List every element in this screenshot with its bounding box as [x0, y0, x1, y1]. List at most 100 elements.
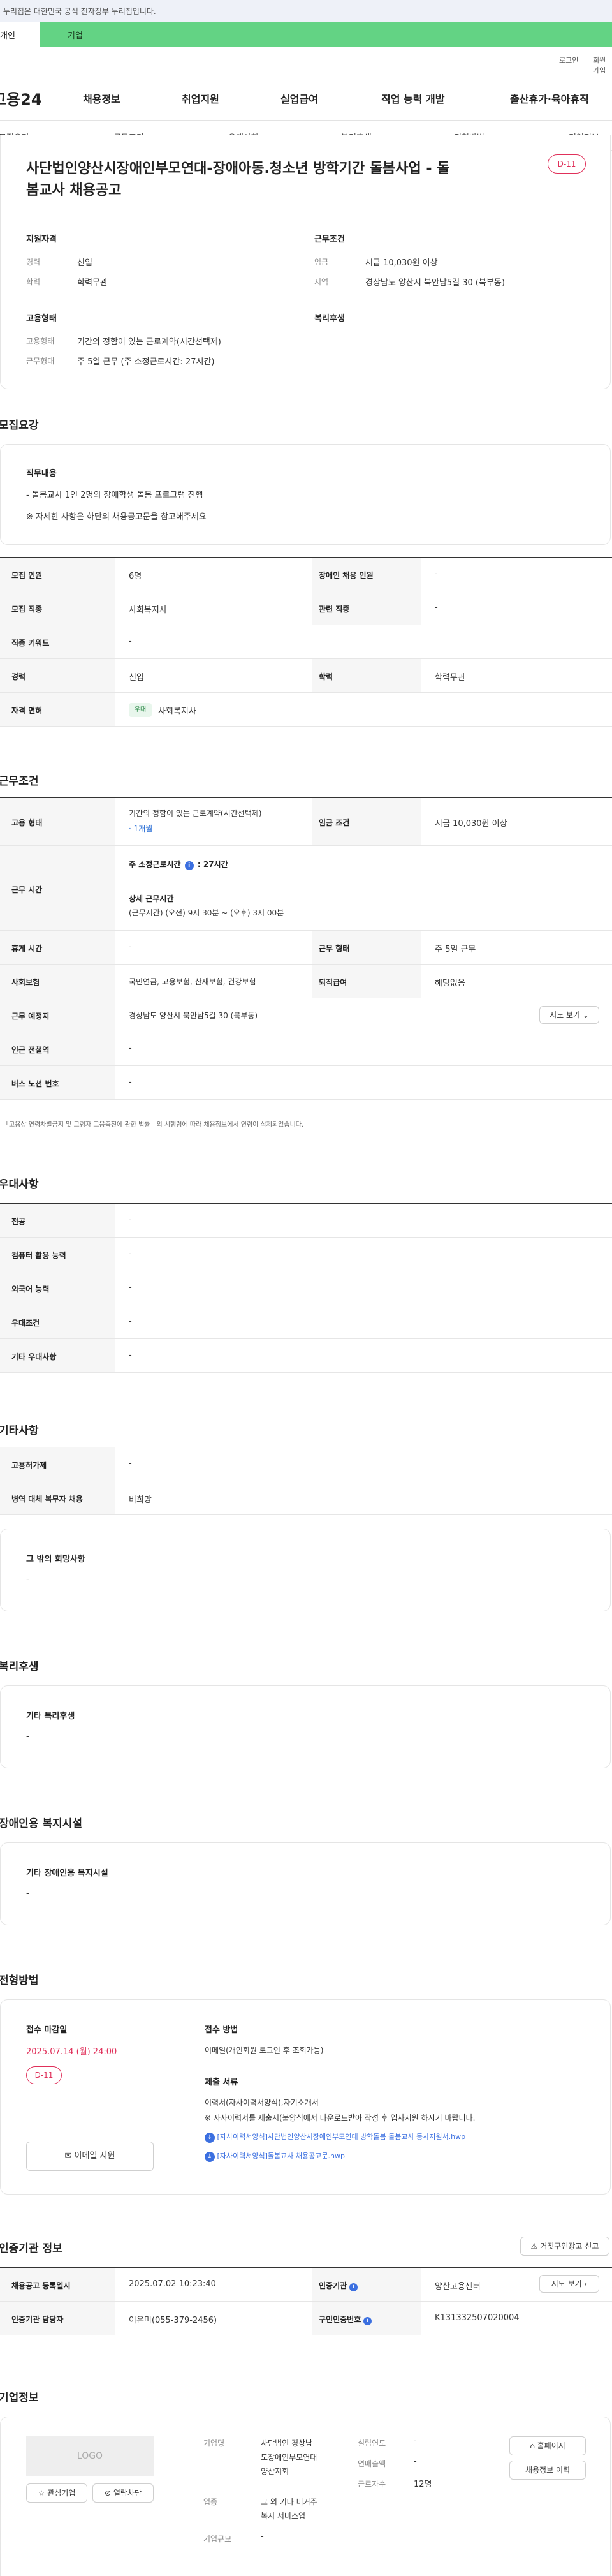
headcount-value: 6명: [129, 572, 142, 581]
company-logo: LOGO: [26, 2436, 154, 2476]
company-scale-value: -: [261, 2532, 264, 2542]
company-name-value: 사단법인 경상남 도장애인부모연대 양산지회: [261, 2439, 317, 2476]
other-pref-label: 기타 우대사항: [11, 1352, 57, 1361]
bus-label: 버스 노선 번호: [11, 1079, 59, 1088]
facility-box-heading: 기타 장애인용 복지시설: [26, 1869, 108, 1878]
dday-badge: D-11: [548, 154, 586, 174]
rest-label: 휴게 시간: [11, 944, 43, 953]
company-card: LOGO ☆ 관심기업 ⊘ 열람차단 기업명 사단법인 경상남 도장애인부모연대 양…: [0, 2417, 611, 2576]
other-wish-card: 그 밖의 희망사항 -: [0, 1529, 611, 1611]
staff-label: 근로자수: [358, 2480, 386, 2489]
join-link[interactable]: 회원가입: [593, 55, 612, 75]
home-icon: ⌂: [530, 2441, 535, 2450]
revenue-value: -: [414, 2457, 417, 2466]
reg-date-label: 채용공고 등록일시: [11, 2281, 71, 2290]
company-heading: 기업정보: [0, 2392, 39, 2404]
other-wish-value: -: [26, 1575, 29, 1585]
etype-label: 고용형태: [26, 337, 55, 346]
detail-hours-title: 상세 근무시간: [129, 894, 174, 903]
preferred-tag: 우대: [129, 703, 152, 717]
eps-value: -: [129, 1459, 132, 1469]
cert-no-value: K131332507020004: [435, 2313, 520, 2323]
language-label: 외국어 능력: [11, 1285, 50, 1294]
tab-company[interactable]: 기업: [40, 22, 612, 47]
rest-value: -: [129, 942, 132, 952]
job-summary-card: 사단법인양산시장애인부모연대-장애아동.청소년 방학기간 돌봄사업 - 돌 봄교사…: [0, 135, 611, 389]
email-apply-button[interactable]: ✉ 이메일 지원: [26, 2142, 154, 2171]
gnb-item-training[interactable]: 직업 능력 개발: [381, 91, 444, 106]
career-value: 신입: [77, 258, 92, 268]
military-value: 비희망: [129, 1495, 152, 1505]
cert-map-button[interactable]: 지도 보기 ›: [539, 2275, 599, 2293]
chevron-down-icon: ⌄: [582, 1010, 589, 1019]
disabled-headcount-label: 장애인 채용 인원: [319, 571, 374, 580]
military-label: 병역 대체 복무자 채용: [11, 1495, 83, 1504]
gnb-item-jobs[interactable]: 채용정보: [83, 91, 120, 106]
attachment-link-1[interactable]: ↓ [자사이력서양식]사단법인양산시장애인부모연대 방학돌봄 돌봄교사 등사지원…: [205, 2131, 465, 2143]
siren-icon: ⚠: [530, 2242, 538, 2251]
gnb-item-unemployment-benefit[interactable]: 실업급여: [280, 91, 318, 106]
qual-heading: 지원자격: [26, 235, 57, 244]
cert-org-label: 인증기관 i: [319, 2280, 358, 2291]
work-form-label: 근무 형태: [319, 944, 350, 953]
pref-cond-value: -: [129, 1317, 132, 1326]
location-label: 근무 예정지: [11, 1012, 50, 1021]
manager-label: 인증기관 담당자: [11, 2315, 64, 2324]
occupation-value: 사회복지사: [129, 605, 167, 615]
career-label-table: 경력: [11, 672, 26, 681]
facility-heading: 장애인용 복지시설: [0, 1817, 83, 1830]
apply-card: 접수 마감일 2025.07.14 (월) 24:00 D-11 ✉ 이메일 지…: [0, 1999, 611, 2195]
homepage-button[interactable]: ⌂ 홈페이지: [509, 2436, 586, 2455]
attachment-link-2[interactable]: ↓ [자사이력서양식]돌봄교사 채용공고문.hwp: [205, 2150, 345, 2162]
location-value: 경상남도 양산시 북안남5길 30 (북부동): [129, 1011, 258, 1020]
etype-value: 기간의 정함이 있는 근로계약(시간선택제): [77, 337, 221, 347]
tab-individual[interactable]: 개인: [0, 22, 40, 47]
welfare-box-value: -: [26, 1732, 29, 1742]
block-company-button[interactable]: ⊘ 열람차단: [92, 2483, 154, 2503]
info-icon[interactable]: i: [363, 2316, 372, 2325]
wtype-label: 근무형태: [26, 357, 55, 366]
block-icon: ⊘: [104, 2489, 112, 2498]
related-occupation-label: 관련 직종: [319, 605, 350, 614]
preference-heading: 우대사항: [0, 1178, 39, 1191]
duty-heading: 직무내용: [26, 469, 57, 478]
emp-heading: 고용형태: [26, 314, 57, 323]
site-logo[interactable]: 고용24: [0, 87, 42, 109]
cert-no-label: 구인인증번호 i: [319, 2314, 372, 2325]
false-ad-report-button[interactable]: ⚠ 거짓구인광고 신고: [520, 2237, 609, 2256]
download-icon: ↓: [205, 2132, 215, 2143]
login-link[interactable]: 로그인: [559, 55, 578, 65]
mail-icon: ✉: [64, 2151, 72, 2161]
chevron-right-icon: ›: [584, 2279, 588, 2288]
subway-label: 인근 전철역: [11, 1046, 50, 1055]
age-notice: 「고용상 연령차별금지 및 고령자 고용촉진에 관한 법률」의 시행령에 따라 …: [3, 1121, 304, 1129]
occupation-label: 모집 직종: [11, 605, 43, 614]
work-heading: 근무조건: [0, 775, 39, 788]
work-form-value: 주 5일 근무: [435, 945, 476, 954]
gnb-item-parental-leave[interactable]: 출산휴가·육아휴직: [510, 91, 589, 106]
subway-value: -: [129, 1044, 132, 1053]
member-type-tabs: 개인 기업: [0, 22, 612, 47]
other-wish-heading: 그 밖의 희망사항: [26, 1555, 85, 1564]
company-name-label: 기업명: [203, 2439, 225, 2448]
wage-cond-value: 시급 10,030원 이상: [435, 819, 507, 829]
info-icon[interactable]: i: [184, 861, 194, 870]
gov-notice-text: 이 누리집은 대한민국 공식 전자정부 누리집입니다.: [0, 7, 156, 16]
map-view-button[interactable]: 지도 보기 ⌄: [539, 1006, 599, 1024]
gnb-divider: [0, 120, 612, 121]
duty-card: 직무내용 - 돌봄교사 1인 2명의 장애학생 돌봄 프로그램 진행 ※ 자세한…: [0, 444, 611, 545]
industry-value: 그 외 기타 비거주 복지 서비스업: [261, 2498, 317, 2520]
download-icon: ↓: [205, 2151, 215, 2162]
cert-heading: 인증기관 정보: [0, 2242, 62, 2255]
gnb-item-employment-support[interactable]: 취업지원: [182, 91, 219, 106]
job-history-button[interactable]: 채용정보 이력: [509, 2461, 586, 2480]
founding-year-value: -: [414, 2436, 417, 2446]
welfare-card: 기타 복리후생 -: [0, 1685, 611, 1768]
docs-line-2: ※ 자사이력서를 제출시(붙양식에서 다운로드받아 작성 후 입사지원 하시기 …: [205, 2113, 476, 2122]
founding-year-label: 설립연도: [358, 2439, 386, 2448]
language-value: -: [129, 1283, 132, 1292]
industry-label: 업종: [203, 2498, 218, 2506]
info-icon[interactable]: i: [349, 2283, 358, 2291]
favorite-company-button[interactable]: ☆ 관심기업: [26, 2483, 87, 2503]
weekly-hours-value: 27시간: [203, 860, 228, 869]
